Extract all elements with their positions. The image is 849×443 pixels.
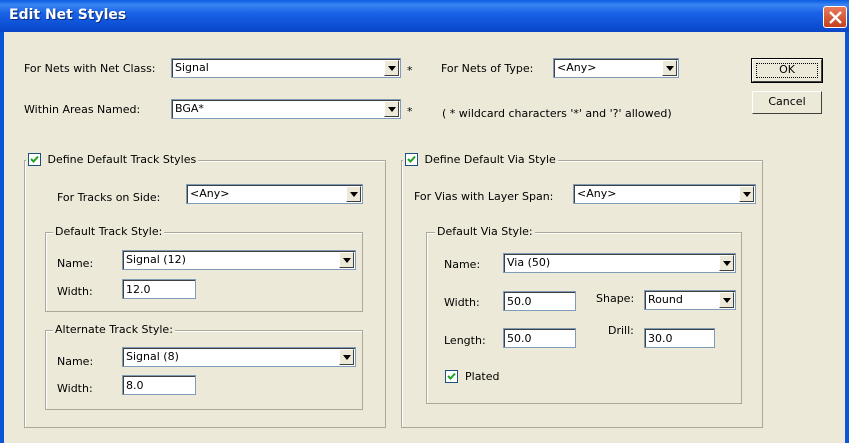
net-class-label: For Nets with Net Class: — [24, 62, 156, 75]
cancel-label: Cancel — [768, 95, 806, 108]
track-side-label: For Tracks on Side: — [57, 191, 161, 204]
chevron-down-icon — [388, 107, 396, 112]
chevron-down-icon — [350, 192, 358, 197]
checkmark-icon — [407, 155, 416, 163]
alternate-track-name-combo[interactable]: Signal (8) — [122, 347, 356, 367]
close-icon — [829, 11, 842, 24]
track-styles-header: Define Default Track Styles — [26, 152, 199, 166]
default-track-width-label: Width: — [57, 285, 93, 298]
checkmark-icon — [30, 155, 39, 163]
via-name-dropdown-button[interactable] — [719, 255, 734, 271]
window-frame-left — [0, 32, 4, 443]
alternate-track-name-dropdown-button[interactable] — [339, 349, 354, 365]
via-width-field[interactable]: 50.0 — [503, 291, 576, 311]
areas-label: Within Areas Named: — [24, 103, 141, 116]
default-track-name-label: Name: — [57, 257, 94, 270]
net-type-dropdown-button[interactable] — [662, 60, 677, 76]
via-shape-value: Round — [648, 293, 683, 306]
chevron-down-icon — [723, 261, 731, 266]
checkmark-icon — [447, 372, 456, 380]
chevron-down-icon — [666, 66, 674, 71]
cancel-button[interactable]: Cancel — [752, 91, 822, 114]
via-style-header: Define Default Via Style — [403, 152, 558, 166]
via-span-value: <Any> — [577, 187, 617, 200]
net-class-wildcard-mark: * — [407, 64, 413, 77]
ok-button[interactable]: OK — [751, 58, 823, 83]
areas-dropdown-button[interactable] — [384, 101, 399, 117]
chevron-down-icon — [723, 298, 731, 303]
alternate-track-name-label: Name: — [57, 355, 94, 368]
alternate-track-style-group — [45, 330, 363, 410]
areas-value: BGA* — [175, 102, 204, 115]
track-side-dropdown-button[interactable] — [346, 186, 361, 202]
net-class-value: Signal — [175, 61, 209, 74]
default-track-name-combo[interactable]: Signal (12) — [122, 250, 356, 270]
edit-net-styles-dialog: Edit Net Styles For Nets with Net Class:… — [0, 0, 849, 443]
title-bar[interactable]: Edit Net Styles — [0, 0, 849, 32]
chevron-down-icon — [743, 192, 751, 197]
chevron-down-icon — [343, 258, 351, 263]
default-track-width-field[interactable]: 12.0 — [122, 279, 196, 299]
window-title: Edit Net Styles — [9, 7, 127, 23]
plated-checkbox[interactable] — [445, 370, 458, 383]
net-type-label: For Nets of Type: — [441, 62, 534, 75]
track-side-value: <Any> — [190, 187, 230, 200]
net-class-dropdown-button[interactable] — [384, 60, 399, 76]
define-via-label: Define Default Via Style — [424, 152, 556, 166]
via-name-combo[interactable]: Via (50) — [503, 253, 736, 273]
default-track-width-value: 12.0 — [126, 283, 151, 296]
areas-wildcard-mark: * — [407, 105, 413, 118]
alternate-track-width-field[interactable]: 8.0 — [122, 375, 196, 395]
default-track-style-title: Default Track Style: — [53, 225, 165, 238]
define-via-checkbox[interactable] — [405, 152, 418, 166]
plated-label: Plated — [465, 370, 500, 383]
via-name-value: Via (50) — [507, 256, 551, 269]
alternate-track-name-value: Signal (8) — [126, 350, 179, 363]
default-track-name-dropdown-button[interactable] — [339, 252, 354, 268]
via-length-field[interactable]: 50.0 — [503, 328, 576, 348]
via-width-value: 50.0 — [507, 295, 532, 308]
via-drill-label: Drill: — [608, 324, 634, 337]
alternate-track-style-title: Alternate Track Style: — [53, 323, 175, 336]
alternate-track-width-label: Width: — [57, 382, 93, 395]
via-shape-dropdown-button[interactable] — [719, 292, 734, 308]
chevron-down-icon — [343, 355, 351, 360]
wildcard-note: ( * wildcard characters '*' and '?' allo… — [442, 107, 672, 120]
track-side-combo[interactable]: <Any> — [186, 184, 363, 204]
alternate-track-width-value: 8.0 — [126, 379, 144, 392]
via-shape-combo[interactable]: Round — [644, 290, 736, 310]
default-via-style-title: Default Via Style: — [435, 225, 535, 238]
via-name-label: Name: — [444, 258, 481, 271]
default-track-style-group — [45, 232, 363, 312]
net-type-value: <Any> — [557, 61, 597, 74]
via-span-combo[interactable]: <Any> — [573, 184, 756, 204]
chevron-down-icon — [388, 66, 396, 71]
close-button[interactable] — [823, 6, 847, 28]
via-span-label: For Vias with Layer Span: — [414, 190, 554, 203]
default-track-name-value: Signal (12) — [126, 253, 186, 266]
areas-combo[interactable]: BGA* — [171, 99, 401, 119]
via-width-label: Width: — [444, 296, 480, 309]
via-span-dropdown-button[interactable] — [739, 186, 754, 202]
define-track-checkbox[interactable] — [28, 152, 41, 166]
via-shape-label: Shape: — [596, 292, 635, 305]
ok-label: OK — [779, 63, 795, 76]
define-track-label: Define Default Track Styles — [47, 152, 197, 166]
window-frame-right — [845, 32, 849, 443]
via-length-label: Length: — [444, 334, 486, 347]
via-length-value: 50.0 — [507, 332, 532, 345]
via-drill-field[interactable]: 30.0 — [644, 328, 715, 348]
via-drill-value: 30.0 — [648, 332, 673, 345]
net-type-combo[interactable]: <Any> — [553, 58, 679, 78]
net-class-combo[interactable]: Signal — [171, 58, 401, 78]
